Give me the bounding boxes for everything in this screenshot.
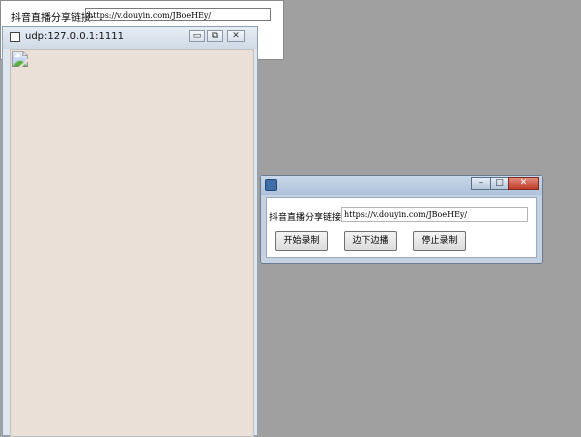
dialog-titlebar[interactable]: – □ ✕ — [261, 176, 542, 195]
minimize-button[interactable]: ▭ — [189, 30, 205, 42]
recorder-dialog: – □ ✕ 抖音直播分享链接: https://v.douyin.com/JBo… — [260, 175, 543, 264]
share-link-input[interactable]: https://v.douyin.com/JBoeHEy/ — [341, 207, 528, 222]
share-link-label: 抖音直播分享链接: — [269, 213, 345, 223]
dialog-body: 抖音直播分享链接: https://v.douyin.com/JBoeHEy/ … — [266, 197, 537, 258]
player-title: udp:127.0.0.1:1111 — [25, 31, 124, 42]
minimize-button[interactable]: – — [471, 177, 491, 190]
app-icon — [10, 32, 20, 42]
background-url-input[interactable]: https://v.douyin.com/JBoeHEy/ — [85, 8, 271, 21]
player-titlebar[interactable]: udp:127.0.0.1:1111 ▭ ⧉ ✕ — [3, 27, 257, 49]
close-button[interactable]: ✕ — [227, 30, 245, 42]
record-while-playing-button[interactable]: 边下边播 — [344, 231, 397, 251]
video-image — [10, 49, 254, 437]
start-recording-button[interactable]: 开始录制 — [275, 231, 328, 251]
stop-recording-button[interactable]: 停止录制 — [413, 231, 466, 251]
video-frame[interactable] — [10, 49, 254, 437]
app-icon — [265, 179, 277, 191]
restore-button[interactable]: ⧉ — [207, 30, 223, 42]
player-window: udp:127.0.0.1:1111 ▭ ⧉ ✕ — [2, 26, 258, 437]
close-button[interactable]: ✕ — [508, 177, 539, 190]
background-url-label: 抖音直播分享链接: — [11, 13, 95, 24]
maximize-button[interactable]: □ — [490, 177, 509, 190]
